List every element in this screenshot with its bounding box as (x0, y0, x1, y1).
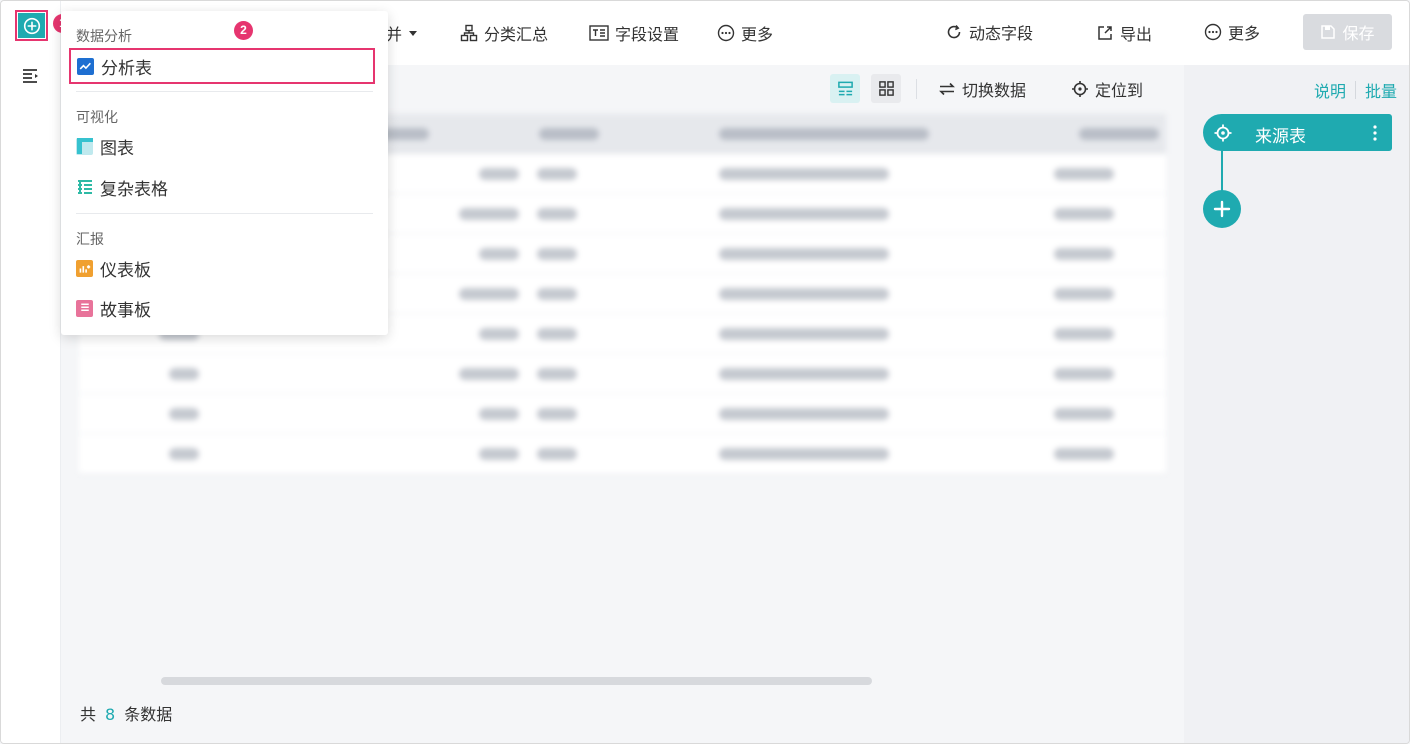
group-title-report: 汇报 (76, 232, 104, 248)
more-right-label: 更多 (1228, 24, 1261, 43)
plus-circle-icon (23, 17, 40, 34)
locate-label: 定位到 (1095, 81, 1144, 100)
export-label: 导出 (1120, 25, 1153, 44)
step-badge-2: 2 (234, 21, 253, 40)
save-button[interactable]: 保存 (1303, 14, 1392, 50)
swap-icon (939, 82, 955, 96)
more-label: 更多 (741, 25, 774, 44)
crosshair-icon (1072, 81, 1088, 97)
group-summary-label: 分类汇总 (484, 25, 549, 44)
menu-item-label: 故事板 (100, 300, 151, 321)
menu-item-label: 复杂表格 (100, 179, 168, 200)
flow-panel (1184, 65, 1409, 743)
merge-label: 并 (386, 25, 403, 44)
switch-data-label: 切换数据 (962, 81, 1027, 100)
menu-item-chart[interactable]: 图表 (76, 132, 134, 160)
plus-icon (1213, 200, 1231, 218)
save-icon (1321, 25, 1336, 39)
switch-data-button[interactable]: 切换数据 (938, 77, 1026, 101)
add-new-button[interactable] (15, 10, 48, 41)
more-dots-icon (717, 24, 735, 42)
complex-table-icon (76, 178, 93, 196)
crosshair-icon (1214, 124, 1232, 142)
menu-expand-icon[interactable] (21, 67, 41, 85)
merge-dropdown[interactable]: 并 (386, 20, 418, 46)
toolbar-divider (916, 79, 917, 99)
more-dots-icon (1204, 23, 1222, 41)
count-value: 8 (105, 705, 116, 724)
field-settings-button[interactable]: 字段设置 (589, 20, 679, 46)
dynamic-field-label: 动态字段 (969, 24, 1034, 43)
explain-link[interactable]: 说明 (1314, 78, 1346, 102)
group-summary-button[interactable]: 分类汇总 (460, 20, 548, 46)
menu-item-label: 仪表板 (100, 260, 151, 281)
menu-item-analysis-table[interactable]: 分析表 (69, 48, 375, 84)
table-row (79, 434, 1166, 474)
chart-grid-icon (76, 137, 93, 155)
link-divider (1355, 81, 1357, 99)
new-item-dropdown: 数据分析 分析表 2 可视化 图表 复杂表格 汇报 仪表板 故事板 (61, 11, 388, 335)
more-right-button[interactable]: 更多 (1204, 19, 1260, 45)
panel-links: 说明 批量 (1314, 78, 1397, 102)
caret-down-icon (409, 31, 418, 36)
list-view-icon (837, 81, 853, 96)
dashboard-icon (76, 259, 93, 277)
locate-button[interactable]: 定位到 (1071, 77, 1143, 101)
left-rail (1, 1, 61, 743)
field-settings-label: 字段设置 (615, 25, 680, 44)
menu-divider (76, 213, 373, 214)
storyboard-icon (76, 299, 93, 317)
group-title-data-analysis: 数据分析 (76, 29, 132, 45)
source-table-node[interactable]: 来源表 (1203, 114, 1392, 151)
table-row (79, 394, 1166, 434)
dynamic-field-button[interactable]: 动态字段 (945, 19, 1033, 45)
field-settings-icon (589, 25, 609, 41)
add-step-button[interactable] (1203, 190, 1241, 228)
save-label: 保存 (1342, 24, 1375, 43)
table-row (79, 354, 1166, 394)
count-prefix: 共 (80, 705, 97, 724)
grid-view-toggle[interactable] (871, 74, 901, 103)
menu-item-label: 图表 (100, 138, 134, 159)
menu-divider (76, 91, 373, 92)
group-title-visualization: 可视化 (76, 110, 118, 126)
menu-item-storyboard[interactable]: 故事板 (76, 294, 151, 322)
count-suffix: 条数据 (124, 705, 173, 724)
batch-link[interactable]: 批量 (1365, 78, 1397, 102)
more-button[interactable]: 更多 (717, 20, 773, 46)
refresh-icon (947, 24, 961, 39)
kebab-menu-icon[interactable] (1369, 123, 1381, 143)
menu-item-dashboard[interactable]: 仪表板 (76, 254, 151, 282)
source-node-label: 来源表 (1255, 127, 1306, 147)
menu-item-complex-table[interactable]: 复杂表格 (76, 173, 168, 201)
export-icon (1098, 26, 1112, 40)
grid-view-icon (878, 81, 894, 96)
flow-connector (1221, 151, 1223, 191)
trend-chart-icon (77, 57, 94, 75)
hierarchy-icon (460, 24, 478, 42)
app-window: 1 并 分类汇总 字段设置 更多 (0, 0, 1410, 744)
record-count: 共 8 条数据 (80, 701, 172, 725)
menu-item-label: 分析表 (101, 58, 152, 79)
list-view-toggle[interactable] (830, 74, 860, 103)
export-button[interactable]: 导出 (1096, 20, 1152, 46)
horizontal-scrollbar[interactable] (161, 677, 872, 685)
